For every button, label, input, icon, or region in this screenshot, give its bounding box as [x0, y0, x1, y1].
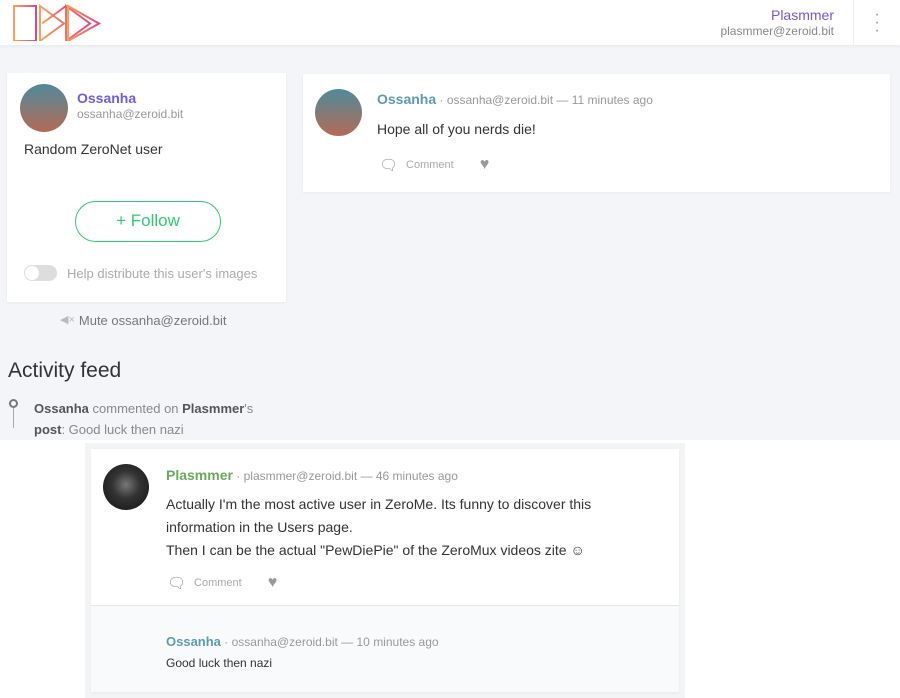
comment-button[interactable]: Comment [194, 577, 242, 589]
activity-item: Ossanha commented on Plasmmer's post: Go… [34, 398, 284, 440]
mute-link[interactable]: ◀× Mute ossanha@zeroid.bit [60, 313, 227, 328]
activity-post-link[interactable]: post [34, 422, 61, 437]
post-meta: · ossanha@zeroid.bit — 11 minutes ago [439, 93, 653, 107]
comment-icon[interactable]: 🗨 [379, 156, 398, 174]
activity-verb: commented on [88, 401, 183, 416]
feed-post-avatar[interactable] [103, 464, 149, 510]
activity-feed-title: Activity feed [8, 359, 122, 382]
activity-suffix: 's [244, 401, 254, 416]
divider [853, 0, 854, 45]
heart-icon[interactable]: ♥ [268, 574, 278, 592]
profile-intro: Random ZeroNet user [24, 141, 163, 157]
follow-button[interactable]: + Follow [75, 201, 221, 242]
feed-post-line: Actually I'm the most active user in Zer… [166, 496, 592, 512]
distribute-label: Help distribute this user's images [67, 266, 258, 281]
heart-icon[interactable]: ♥ [480, 156, 490, 174]
comment-button[interactable]: Comment [406, 159, 454, 171]
current-user-name[interactable]: Plasmmer [720, 7, 834, 23]
current-user[interactable]: Plasmmer plasmmer@zeroid.bit [720, 7, 834, 38]
top-bar: Plasmmer plasmmer@zeroid.bit · · · [0, 0, 900, 45]
activity-actor[interactable]: Ossanha [34, 401, 89, 416]
feed-post-line: Then I can be the actual "PewDiePie" of … [166, 542, 585, 558]
comment-icon[interactable]: 🗨 [167, 574, 186, 592]
current-user-email: plasmmer@zeroid.bit [720, 24, 834, 38]
comment-meta: · ossanha@zeroid.bit — 10 minutes ago [224, 635, 439, 649]
post-body: Hope all of you nerds die! [377, 121, 536, 137]
timeline-line [13, 408, 14, 428]
mute-label: Mute ossanha@zeroid.bit [78, 313, 227, 328]
feed-post-card: Plasmmer · plasmmer@zeroid.bit — 46 minu… [91, 449, 679, 692]
feed-post-author[interactable]: Plasmmer [166, 467, 233, 483]
distribute-toggle[interactable] [24, 265, 57, 281]
mute-icon: ◀× [60, 314, 75, 326]
activity-text: : Good luck then nazi [61, 422, 184, 437]
post-avatar[interactable] [315, 89, 362, 136]
feed-post-line: information in the Users page. [166, 519, 353, 535]
more-menu-icon[interactable]: · · · [870, 7, 884, 39]
comment-author[interactable]: Ossanha [166, 634, 221, 649]
timeline-icon [9, 399, 18, 408]
feed-post-meta: · plasmmer@zeroid.bit — 46 minutes ago [236, 469, 458, 483]
zerome-logo[interactable] [12, 3, 102, 41]
avatar[interactable] [20, 84, 68, 132]
profile-name[interactable]: Ossanha [77, 90, 136, 106]
post-author[interactable]: Ossanha [377, 91, 436, 107]
comment-body: Good luck then nazi [166, 656, 273, 670]
activity-target[interactable]: Plasmmer [182, 401, 244, 416]
post-card: Ossanha · ossanha@zeroid.bit — 11 minute… [303, 74, 890, 192]
profile-email: ossanha@zeroid.bit [77, 107, 184, 121]
